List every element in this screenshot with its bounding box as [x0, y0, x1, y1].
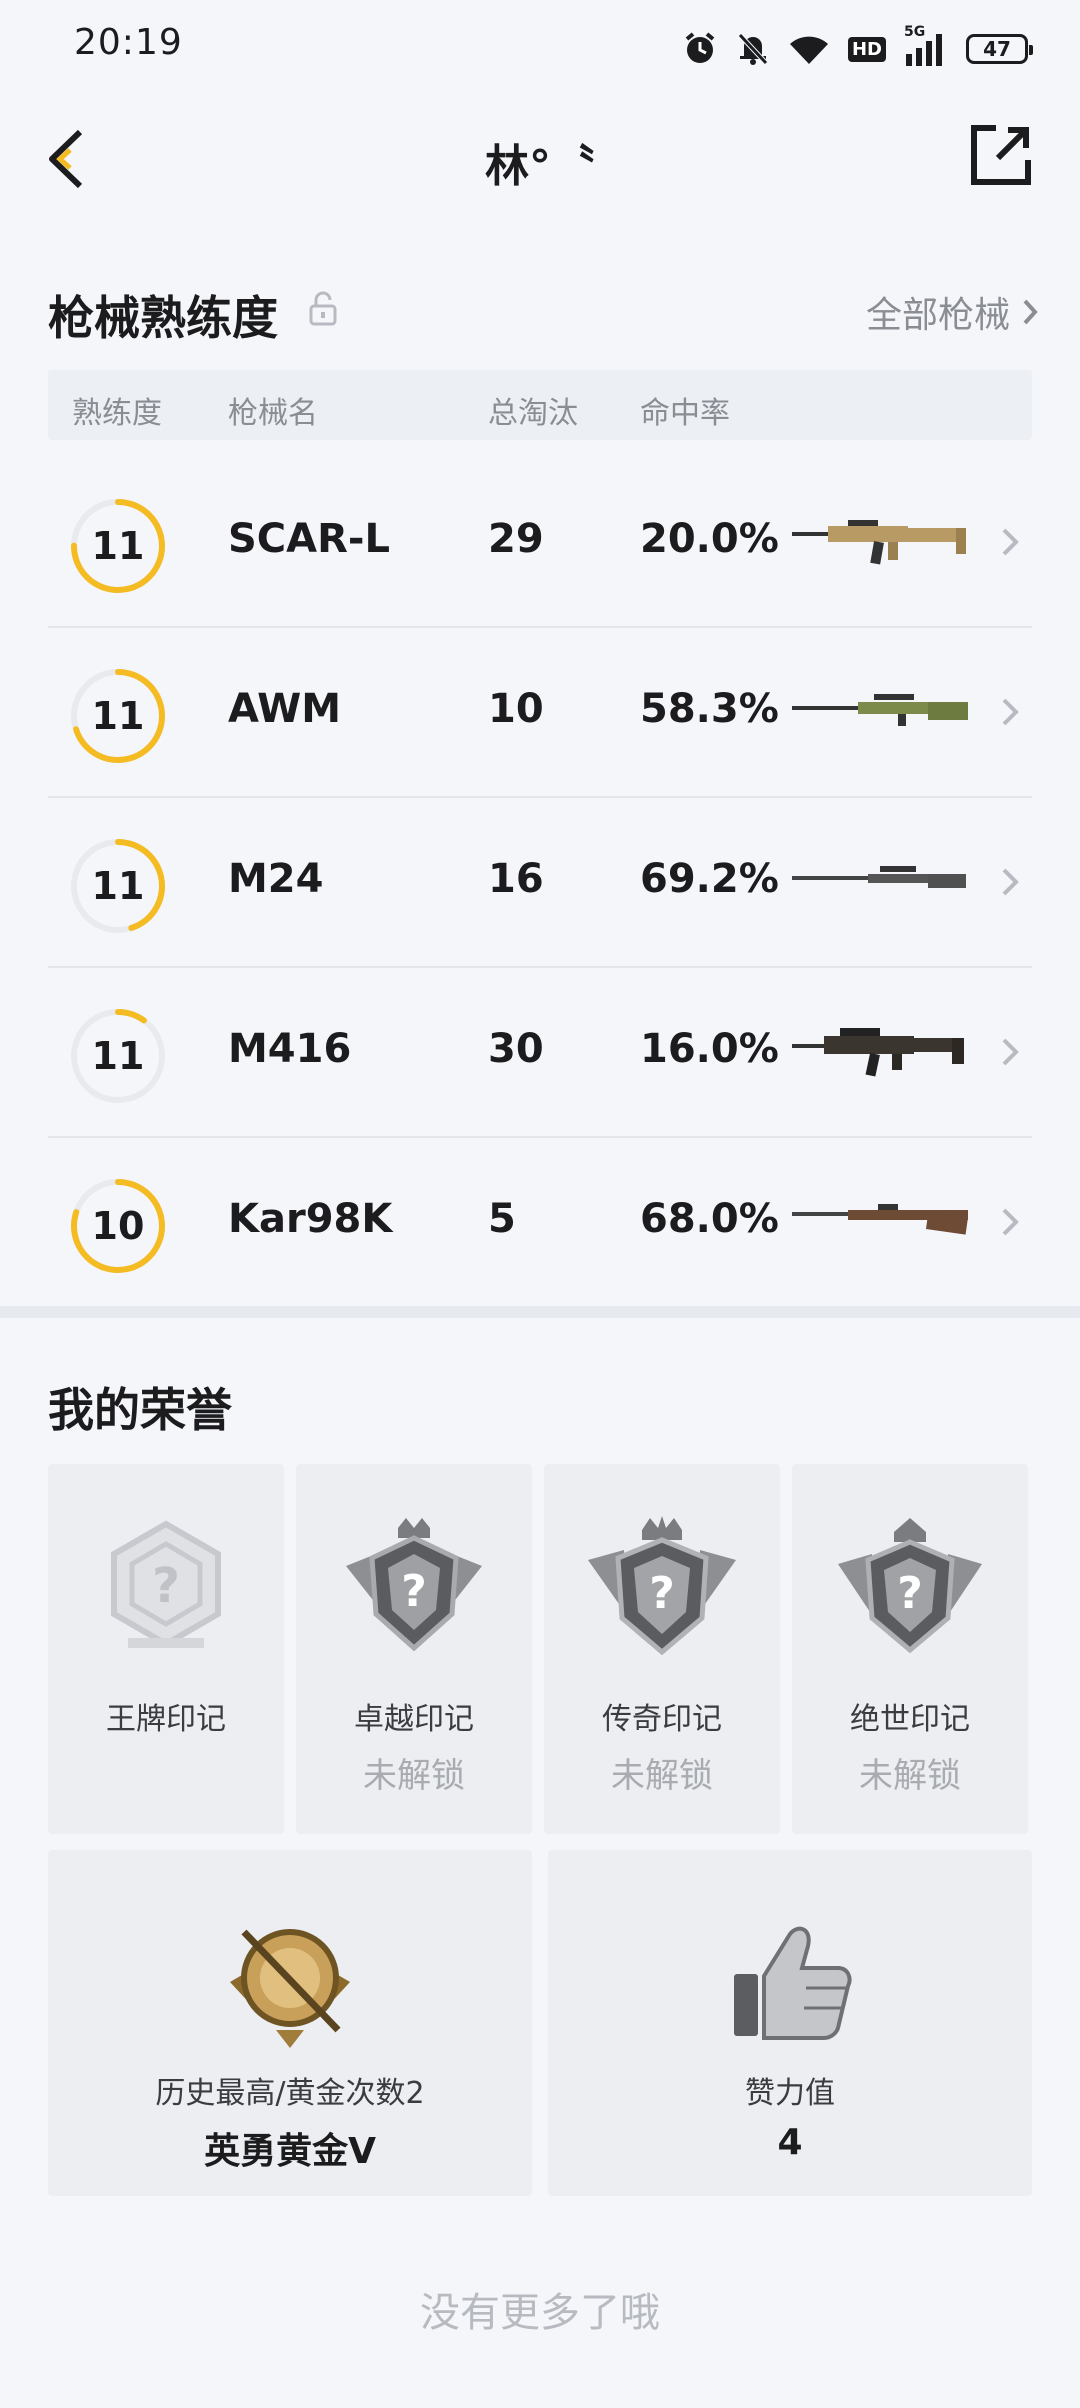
weapon-name: AWM	[228, 686, 342, 732]
badge-card-ace[interactable]: ? 王牌印记	[48, 1464, 284, 1834]
col-total-kills: 总淘汰	[488, 396, 578, 431]
all-weapons-link[interactable]: 全部枪械	[866, 286, 1040, 338]
scar-l-rifle-icon	[792, 520, 966, 565]
weapon-row[interactable]: 11 M416 30 16.0%	[48, 966, 1032, 1138]
kar98k-rifle-icon	[792, 1204, 968, 1235]
page-title: 林°〝	[485, 141, 595, 192]
col-proficiency: 熟练度	[72, 396, 162, 431]
weapon-accuracy: 68.0%	[640, 1196, 779, 1242]
highest-rank-card[interactable]: 历史最高/黄金次数2 英勇黄金V	[48, 1850, 532, 2196]
weapon-accuracy: 69.2%	[640, 856, 779, 902]
m24-rifle-icon	[792, 866, 966, 888]
all-weapons-label: 全部枪械	[865, 295, 1010, 336]
chevron-right-icon	[1002, 698, 1019, 726]
weapon-name: M416	[228, 1026, 352, 1072]
status-bar: 20:19 HD 5G 47	[0, 0, 1080, 96]
proficiency-level: 11	[91, 524, 145, 568]
chevron-right-icon	[1002, 528, 1019, 556]
weapon-name: M24	[228, 856, 324, 902]
badge-card-peerless[interactable]: ? 绝世印记 未解锁	[792, 1464, 1028, 1834]
share-button[interactable]	[968, 122, 1034, 188]
svg-text:?: ?	[649, 1568, 675, 1619]
thumbs-up-icon	[734, 1926, 852, 2040]
ace-mark-icon: ?	[111, 1520, 221, 1648]
wifi-icon	[788, 32, 830, 66]
status-icons: HD 5G 47	[682, 24, 1033, 72]
col-accuracy: 命中率	[640, 396, 730, 431]
weapon-kills: 29	[488, 516, 544, 562]
like-label: 赞力值	[745, 2076, 835, 2111]
like-value: 4	[777, 2122, 803, 2163]
alarm-icon	[682, 31, 718, 67]
badge-card-legend[interactable]: ? 传奇印记 未解锁	[544, 1464, 780, 1834]
mute-bell-icon	[736, 31, 770, 67]
no-more-footer: 没有更多了哦	[420, 2290, 660, 2336]
badge-name: 卓越印记	[354, 1702, 474, 1737]
weapon-proficiency-title: 枪械熟练度	[48, 291, 278, 345]
share-icon	[971, 125, 1031, 185]
badge-name: 绝世印记	[850, 1702, 970, 1737]
badge-name: 传奇印记	[602, 1702, 722, 1737]
proficiency-level: 11	[91, 864, 145, 908]
weapon-name: Kar98K	[228, 1196, 393, 1242]
unlock-icon[interactable]	[308, 290, 338, 326]
svg-text:?: ?	[401, 1566, 427, 1617]
weapon-kills: 10	[488, 686, 544, 732]
hd-badge: HD	[847, 36, 886, 62]
battery-indicator: 47	[966, 34, 1033, 64]
weapon-row[interactable]: 11 AWM 10 58.3%	[48, 626, 1032, 798]
weapon-kills: 30	[488, 1026, 544, 1072]
badge-status: 未解锁	[859, 1756, 961, 1796]
proficiency-level: 11	[91, 694, 145, 738]
status-time: 20:19	[74, 22, 183, 63]
weapon-accuracy: 20.0%	[640, 516, 779, 562]
m416-rifle-icon	[792, 1028, 964, 1077]
proficiency-level: 10	[91, 1204, 145, 1248]
weapon-row[interactable]: 11 M24 16 69.2%	[48, 796, 1032, 968]
weapon-kills: 16	[488, 856, 544, 902]
like-count-card[interactable]: 赞力值 4	[548, 1850, 1032, 2196]
chevron-right-icon	[1002, 868, 1019, 896]
rank-value: 英勇黄金V	[204, 2131, 376, 2172]
page-header: 林°〝	[0, 110, 1080, 206]
signal-icon: 5G	[904, 24, 948, 66]
svg-text:?: ?	[152, 1558, 180, 1614]
awm-rifle-icon	[792, 694, 968, 726]
rank-history-label: 历史最高/黄金次数2	[155, 2076, 425, 2111]
weapon-row[interactable]: 11 SCAR-L 29 20.0%	[48, 456, 1032, 628]
gold-rank-icon	[230, 1929, 350, 2048]
weapon-accuracy: 16.0%	[640, 1026, 779, 1072]
honors-title: 我的荣誉	[48, 1383, 232, 1437]
weapon-accuracy: 58.3%	[640, 686, 779, 732]
legend-mark-icon: ?	[588, 1516, 736, 1656]
peerless-mark-icon: ?	[838, 1518, 982, 1654]
badge-card-excellent[interactable]: ? 卓越印记 未解锁	[296, 1464, 532, 1834]
excellent-mark-icon: ?	[346, 1518, 482, 1652]
svg-text:?: ?	[897, 1568, 923, 1619]
weapon-row[interactable]: 10 Kar98K 5 68.0%	[48, 1136, 1032, 1306]
chevron-right-icon	[1002, 1208, 1019, 1236]
weapon-table-header: 熟练度 枪械名 总淘汰 命中率	[48, 370, 1032, 440]
proficiency-level: 11	[91, 1034, 145, 1078]
network-label: 5G	[904, 24, 926, 40]
weapon-name: SCAR-L	[228, 516, 391, 562]
badge-status: 未解锁	[611, 1756, 713, 1796]
chevron-right-icon	[1023, 299, 1038, 325]
weapon-kills: 5	[488, 1196, 516, 1242]
col-weapon-name: 枪械名	[228, 396, 318, 431]
chevron-right-icon	[1002, 1038, 1019, 1066]
badge-name: 王牌印记	[106, 1702, 226, 1737]
section-divider	[0, 1306, 1080, 1318]
badge-status: 未解锁	[363, 1756, 465, 1796]
